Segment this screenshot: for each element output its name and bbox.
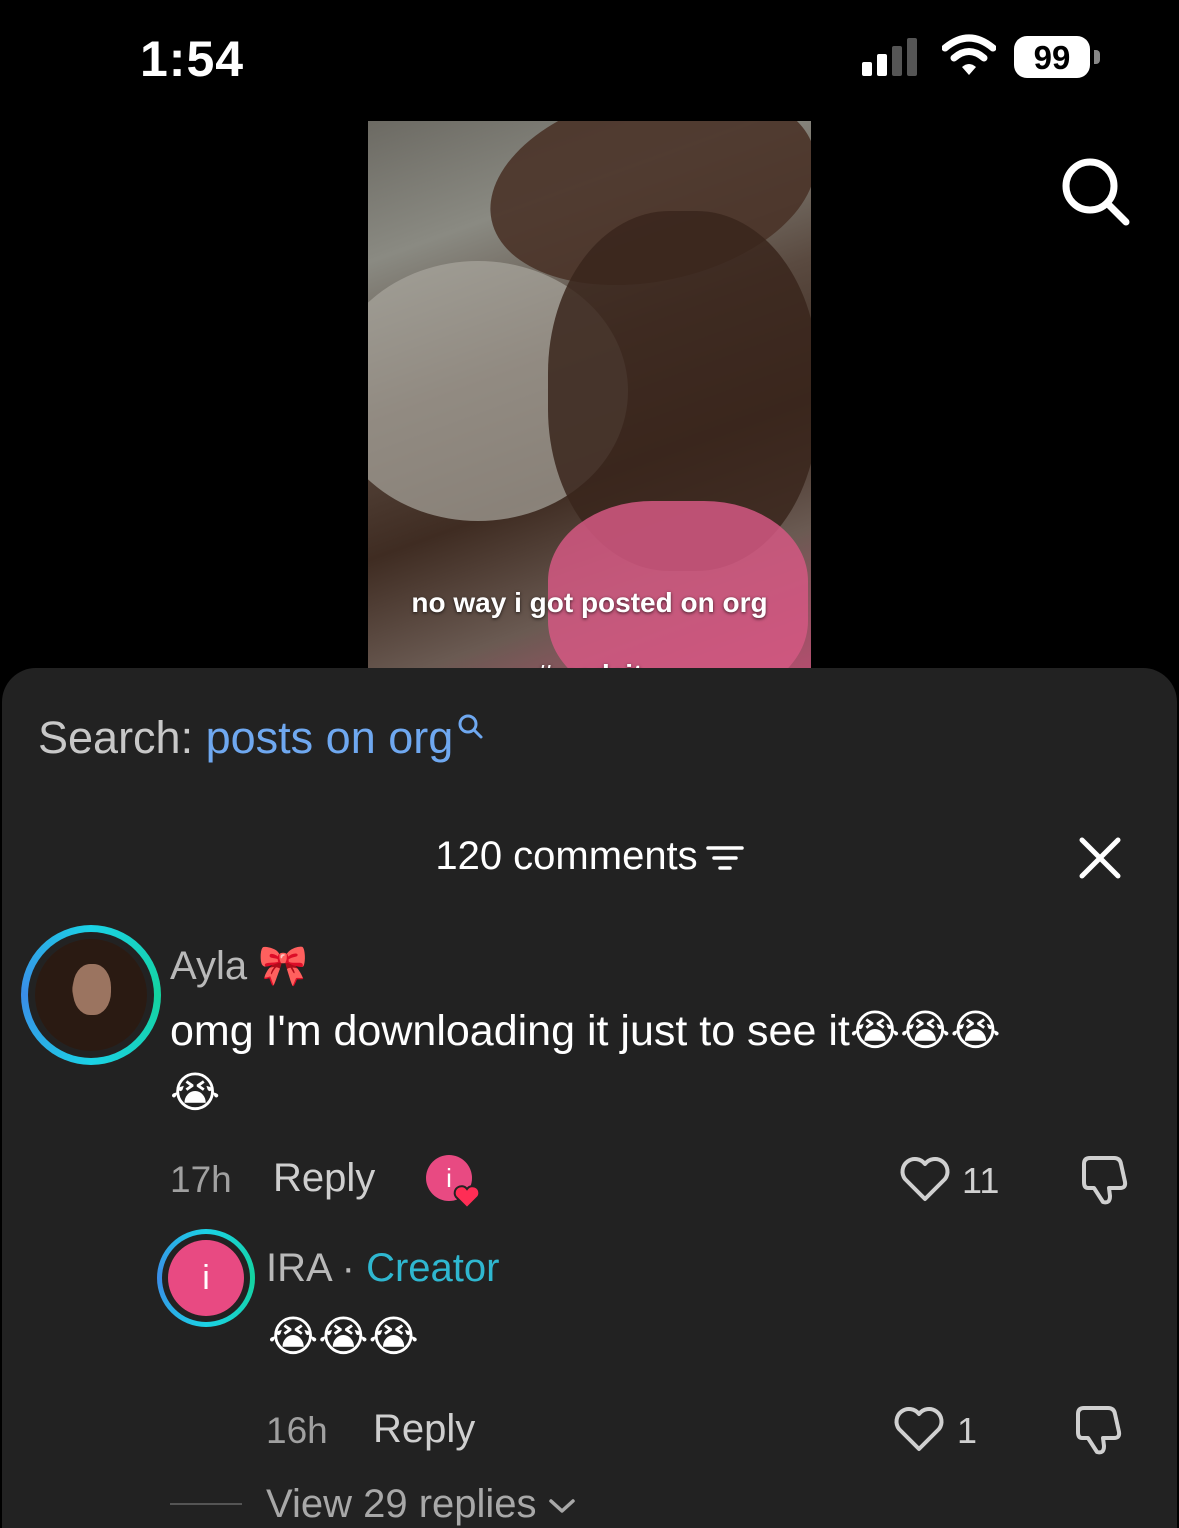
search-icon <box>458 714 483 739</box>
video-thumbnail[interactable]: no way i got posted on org #madeit <box>368 121 811 669</box>
video-caption-line1: no way i got posted on org <box>411 587 768 618</box>
comments-count: 120 comments <box>435 834 698 878</box>
comment-text-line2: 😭 <box>170 1069 221 1117</box>
search-suggestion[interactable]: Search: posts on org <box>38 712 485 764</box>
comment-time: 16h <box>266 1410 328 1451</box>
comment-text: 😭😭😭 <box>268 1313 419 1361</box>
filter-icon[interactable] <box>705 843 744 873</box>
battery-level: 99 <box>1014 36 1090 78</box>
wifi-icon <box>942 34 996 75</box>
reply-button[interactable]: Reply <box>273 1156 375 1201</box>
reply-button[interactable]: Reply <box>373 1407 475 1452</box>
bow-emoji: 🎀 <box>258 944 309 988</box>
like-count: 11 <box>962 1160 1000 1201</box>
close-icon[interactable] <box>1076 834 1124 882</box>
chevron-down-icon <box>548 1499 575 1514</box>
replies-divider <box>170 1503 242 1505</box>
status-time: 1:54 <box>140 31 245 87</box>
view-replies-button[interactable]: View 29 replies <box>266 1482 576 1527</box>
search-label: Search: <box>38 712 194 763</box>
search-icon[interactable] <box>1060 156 1130 226</box>
dislike-icon[interactable] <box>1072 1404 1128 1456</box>
avatar[interactable]: i <box>157 1229 255 1327</box>
dislike-icon[interactable] <box>1078 1154 1134 1206</box>
like-count: 1 <box>957 1410 978 1451</box>
avatar-letter: i <box>168 1240 244 1316</box>
creator-liked-letter: i <box>446 1163 452 1193</box>
creator-badge: Creator <box>366 1246 500 1290</box>
comments-count-header: 120 comments <box>0 834 1179 879</box>
comment-author[interactable]: Ayla 🎀 <box>170 942 308 989</box>
creator-liked-icon: i <box>426 1155 481 1210</box>
heart-icon[interactable] <box>898 1155 952 1203</box>
search-query[interactable]: posts on org <box>206 712 454 763</box>
signal-icon <box>862 38 917 76</box>
avatar[interactable] <box>21 925 161 1065</box>
battery-icon: 99 <box>1014 36 1102 80</box>
heart-icon[interactable] <box>892 1405 946 1453</box>
comment-time: 17h <box>170 1159 232 1200</box>
comment-author[interactable]: IRA · Creator <box>266 1246 499 1291</box>
comment-text: omg I'm downloading it just to see it😭😭😭 <box>170 1007 1001 1055</box>
